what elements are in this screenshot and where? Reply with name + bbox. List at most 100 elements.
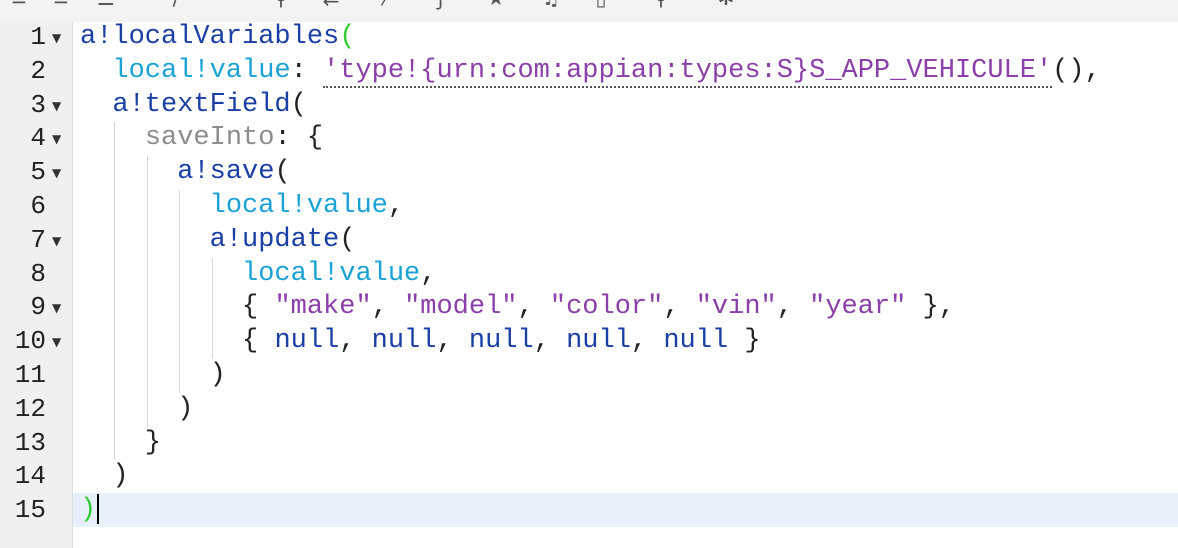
fold-toggle-icon[interactable]: ▼ [52,223,61,259]
line-number-text: 11 [14,360,46,390]
fold-toggle-icon[interactable]: ▼ [52,155,61,191]
code-line[interactable]: a!update( [80,223,356,257]
list-icon[interactable]: ☰ [95,0,117,8]
line-number: 2 [0,54,72,88]
outdent-icon[interactable]: ≡ [8,0,30,8]
code-line[interactable]: local!value: 'type!{urn:com:appian:types… [80,54,1101,88]
fold-toggle-icon[interactable]: ▼ [52,324,61,360]
code-editor-area[interactable]: a!localVariables( local!value: 'type!{ur… [73,22,1178,548]
code-token: a!update [209,224,340,255]
format-icon[interactable]: ⁄ [375,0,397,8]
line-number: 1 ▼ [0,20,72,54]
code-token: "color" [549,292,664,323]
code-token: null [663,326,729,357]
line-number: 7 ▼ [0,223,72,257]
settings-icon[interactable]: ✲ [715,0,737,8]
code-token: "make" [274,292,372,323]
line-number-gutter: 1 ▼ 2 3 ▼ 4 ▼ 5 ▼ 6 7 ▼ 8 9 ▼ 10 ▼ 11 12 13 14 15 [0,22,73,548]
line-number-text: 14 [14,461,46,492]
line-number-text: 9 [30,292,46,323]
line-number-text: 13 [14,427,46,458]
line-number: 14 [0,459,72,493]
code-token: 'type!{urn:com:appian:types:S}S_APP_VEHI… [323,55,1053,88]
code-token: ( [290,89,307,120]
function-icon[interactable]: ƒ [430,0,452,8]
code-line[interactable]: { "make", "model", "color", "vin", "year… [80,290,955,324]
zoom-icon[interactable]: ⚲ [650,0,672,8]
code-token: null [274,326,340,357]
fold-toggle-icon[interactable]: ▼ [52,121,61,157]
music-icon[interactable]: ♫ [540,0,562,8]
code-token: "vin" [695,292,777,323]
search-icon[interactable]: ⚲ [270,0,292,8]
indent-icon[interactable]: ≡ [50,0,72,8]
code-token: { [80,292,275,323]
code-line[interactable]: ) [80,392,193,426]
code-token: : { [274,123,324,154]
text-cursor [97,494,100,525]
line-number: 9 ▼ [0,290,72,324]
code-token: , [387,191,405,221]
code-line[interactable]: ) [80,358,226,392]
line-number-text: 12 [14,393,46,424]
line-number: 5 ▼ [0,155,72,189]
code-token: , [371,292,405,323]
code-line[interactable]: ) [80,459,128,493]
code-token: , [630,326,664,357]
code-token: ( [274,157,291,188]
code-token: local!value [242,258,421,289]
code-token: a!localVariables [80,22,340,52]
code-line[interactable]: } [80,426,161,460]
code-line[interactable]: ) [80,493,100,527]
code-line[interactable]: local!value, [80,257,436,291]
code-token: ) [80,360,226,390]
active-line-highlight [73,493,1178,528]
code-line[interactable]: a!localVariables( [80,20,355,54]
line-number: 10 ▼ [0,324,72,358]
code-token: , [436,326,469,357]
line-number-text: 10 [14,326,46,357]
code-token: saveInto [144,123,275,154]
fold-toggle-icon[interactable]: ▼ [52,88,61,124]
code-line[interactable]: a!textField( [80,88,307,122]
code-token: null [371,326,437,357]
code-token: "year" [809,292,907,323]
star-icon[interactable]: ★ [485,0,507,8]
line-number-text: 4 [30,123,46,154]
code-token: ( [339,224,356,255]
line-number: 11 [0,358,72,392]
code-token: { [80,326,275,357]
line-number: 3 ▼ [0,88,72,122]
code-token: ) [80,495,97,526]
copy-icon[interactable]: ▯ [590,0,612,8]
expression-editor: ≡≡☰/⚲⇄⁄ƒ★♫▯⚲✲ 1▼23▼4▼5▼67▼89▼10▼11121314… [0,0,1178,548]
line-number: 15 [0,493,72,527]
code-token: a!save [177,157,275,188]
code-token: : [290,55,324,86]
line-number: 4 ▼ [0,121,72,155]
code-line[interactable]: { null, null, null, null, null } [80,324,761,358]
code-token: null [468,326,534,357]
code-token: } [80,427,162,458]
code-token: , [776,292,810,323]
code-line[interactable]: local!value, [80,189,404,223]
line-number-text: 2 [30,55,46,86]
code-line[interactable]: a!save( [80,155,291,189]
code-token: , [420,258,437,289]
code-token: local!value [209,191,388,221]
code-token: local!value [112,55,291,86]
replace-icon[interactable]: ⇄ [320,0,342,8]
line-number: 6 [0,189,72,223]
code-line[interactable]: saveInto: { [80,121,323,155]
code-token: ( [339,22,356,52]
comment-icon[interactable]: / [165,0,187,8]
fold-toggle-icon[interactable]: ▼ [52,290,61,326]
fold-toggle-icon[interactable]: ▼ [52,20,61,56]
code-token: ) [80,393,194,424]
code-token: null [566,326,631,357]
